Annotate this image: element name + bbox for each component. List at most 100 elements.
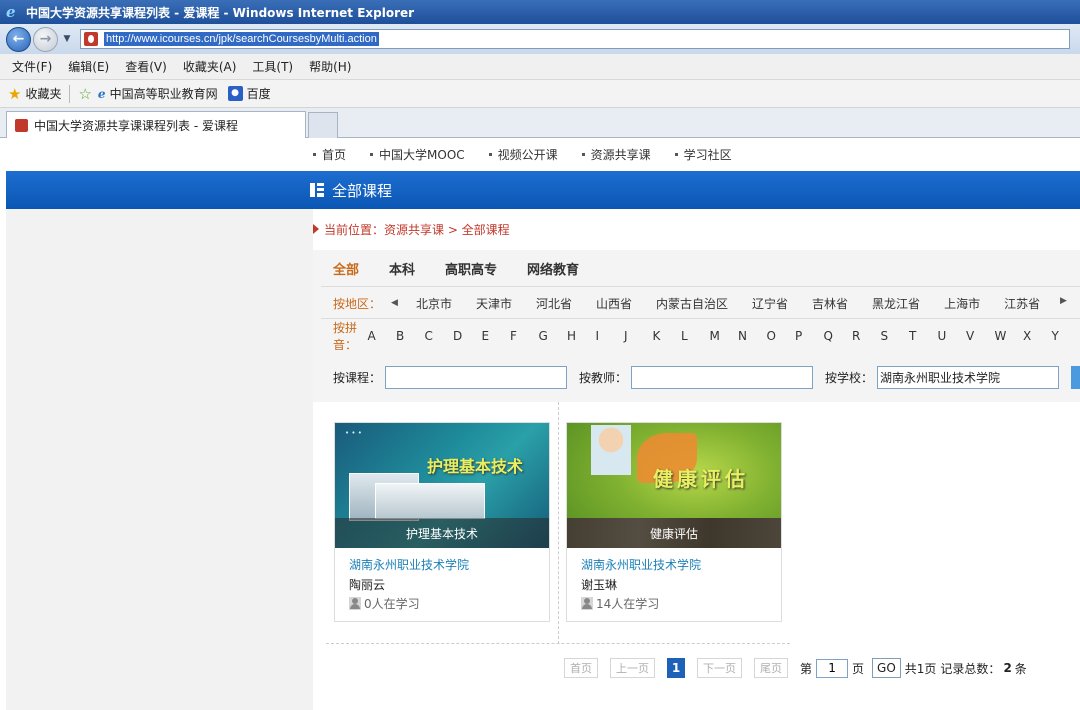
breadcrumb-text[interactable]: 当前位置：资源共享课 > 全部课程 [324,221,510,238]
pager-prev-button[interactable]: 上一页 [610,658,655,678]
course-learners: 14人在学习 [581,595,659,612]
region-next-icon[interactable]: ▶ [1060,296,1067,306]
course-thumbnail[interactable]: 健康评估 健康评估 [567,423,781,548]
person-icon [349,597,361,610]
favorite-link-gaozhi[interactable]: 中国高等职业教育网 [110,85,218,102]
pager-total-pages: 共1页 [904,661,937,676]
pinyin-letter[interactable]: G [539,329,568,343]
pinyin-letter[interactable]: R [852,329,881,343]
nav-home[interactable]: 首页 [313,146,346,163]
search-button[interactable] [1071,366,1080,389]
pinyin-letter[interactable]: T [909,329,938,343]
region-item[interactable]: 河北省 [536,295,572,312]
category-vocational[interactable]: 高职高专 [445,259,497,278]
course-card[interactable]: • • • 护理基本技术 护理基本技术 湖南永州职业技术学院 陶丽云 0人在学习 [334,422,550,622]
pinyin-letter[interactable]: M [710,329,739,343]
pinyin-letter[interactable]: S [881,329,910,343]
pager-page-prefix: 第 [800,661,813,676]
course-caption: 护理基本技术 [335,518,549,548]
pinyin-letter[interactable]: F [510,329,539,343]
add-favorite-icon[interactable]: ☆ [78,85,91,103]
pinyin-letter[interactable]: K [653,329,682,343]
nav-shared-courses[interactable]: 资源共享课 [582,146,651,163]
nav-video-courses[interactable]: 视频公开课 [489,146,558,163]
pinyin-letter[interactable]: C [425,329,454,343]
pinyin-letter[interactable]: V [966,329,995,343]
region-prev-icon[interactable]: ◀ [391,298,398,308]
pager-page-input[interactable] [816,658,849,678]
tab-bar: 中国大学资源共享课课程列表 - 爱课程 [0,108,1080,138]
course-school-link[interactable]: 湖南永州职业技术学院 [581,556,701,573]
pager-last-button[interactable]: 尾页 [754,658,788,678]
course-card[interactable]: 健康评估 健康评估 湖南永州职业技术学院 谢玉琳 14人在学习 [566,422,782,622]
region-item[interactable]: 天津市 [476,295,512,312]
region-item[interactable]: 内蒙古自治区 [656,295,728,312]
course-search-label: 按课程： [333,371,382,385]
pinyin-letter[interactable]: O [767,329,796,343]
nav-community[interactable]: 学习社区 [675,146,732,163]
new-tab-button[interactable] [308,112,338,138]
menu-tools[interactable]: 工具(T) [252,58,293,75]
menu-edit[interactable]: 编辑(E) [68,58,109,75]
section-header-bar: 全部课程 [6,171,1080,209]
region-item[interactable]: 辽宁省 [752,295,788,312]
thumbnail-title: 护理基本技术 [427,457,524,476]
favorite-link-baidu[interactable]: 百度 [247,85,271,102]
pinyin-letter[interactable]: J [624,329,653,343]
course-thumbnail[interactable]: • • • 护理基本技术 护理基本技术 [335,423,549,548]
pinyin-letter[interactable]: D [453,329,482,343]
nav-mooc[interactable]: 中国大学MOOC [370,146,465,163]
pinyin-letter[interactable]: H [567,329,596,343]
pinyin-letter[interactable]: W [995,329,1024,343]
address-toolbar: ← → ▼ http://www.icourses.cn/jpk/searchC… [0,24,1080,54]
pager-go-button[interactable]: GO [872,658,901,678]
tab-current[interactable]: 中国大学资源共享课课程列表 - 爱课程 [6,111,306,138]
school-search-input[interactable] [877,366,1060,389]
pinyin-letter[interactable]: Q [824,329,853,343]
address-input[interactable]: http://www.icourses.cn/jpk/searchCourses… [80,29,1070,49]
address-url[interactable]: http://www.icourses.cn/jpk/searchCourses… [104,32,379,46]
favorites-button[interactable]: 收藏夹 [25,85,61,102]
forward-button[interactable]: → [33,26,58,52]
pager-next-button[interactable]: 下一页 [697,658,742,678]
left-gutter [6,138,313,710]
category-online[interactable]: 网络教育 [527,259,579,278]
menu-file[interactable]: 文件(F) [12,58,52,75]
pinyin-letter[interactable]: B [396,329,425,343]
menu-help[interactable]: 帮助(H) [309,58,351,75]
region-item[interactable]: 江苏省 [1004,295,1040,312]
pinyin-letter[interactable]: Y [1052,329,1080,343]
pager-current-page[interactable]: 1 [667,658,685,678]
filter-divider [321,318,1080,319]
category-undergrad[interactable]: 本科 [389,259,415,278]
window-title-bar: e 中国大学资源共享课程列表 - 爱课程 - Windows Internet … [0,0,1080,24]
pinyin-letter[interactable]: P [795,329,824,343]
pinyin-letter[interactable]: L [681,329,710,343]
pinyin-letter[interactable]: E [482,329,511,343]
pager-first-button[interactable]: 首页 [564,658,598,678]
menu-view[interactable]: 查看(V) [125,58,167,75]
arrow-left-icon: ← [12,31,25,47]
photo-placeholder [375,483,485,519]
pinyin-letter[interactable]: I [596,329,625,343]
category-all[interactable]: 全部 [333,259,359,278]
region-item[interactable]: 黑龙江省 [872,295,920,312]
course-school-link[interactable]: 湖南永州职业技术学院 [349,556,469,573]
region-item[interactable]: 上海市 [944,295,980,312]
pager-total-count: 2 [1003,661,1012,675]
course-results: • • • 护理基本技术 护理基本技术 湖南永州职业技术学院 陶丽云 0人在学习… [326,402,790,644]
back-button[interactable]: ← [6,26,31,52]
pinyin-letter[interactable]: N [738,329,767,343]
pinyin-letter[interactable]: U [938,329,967,343]
menu-favorites[interactable]: 收藏夹(A) [183,58,237,75]
region-item[interactable]: 吉林省 [812,295,848,312]
course-caption: 健康评估 [567,518,781,548]
history-dropdown-icon[interactable]: ▼ [60,34,74,44]
region-item[interactable]: 山西省 [596,295,632,312]
person-icon [581,597,593,610]
course-search-input[interactable] [385,366,568,389]
pinyin-letter[interactable]: A [368,329,397,343]
region-item[interactable]: 北京市 [416,295,452,312]
pinyin-letter[interactable]: X [1023,329,1052,343]
teacher-search-input[interactable] [631,366,814,389]
